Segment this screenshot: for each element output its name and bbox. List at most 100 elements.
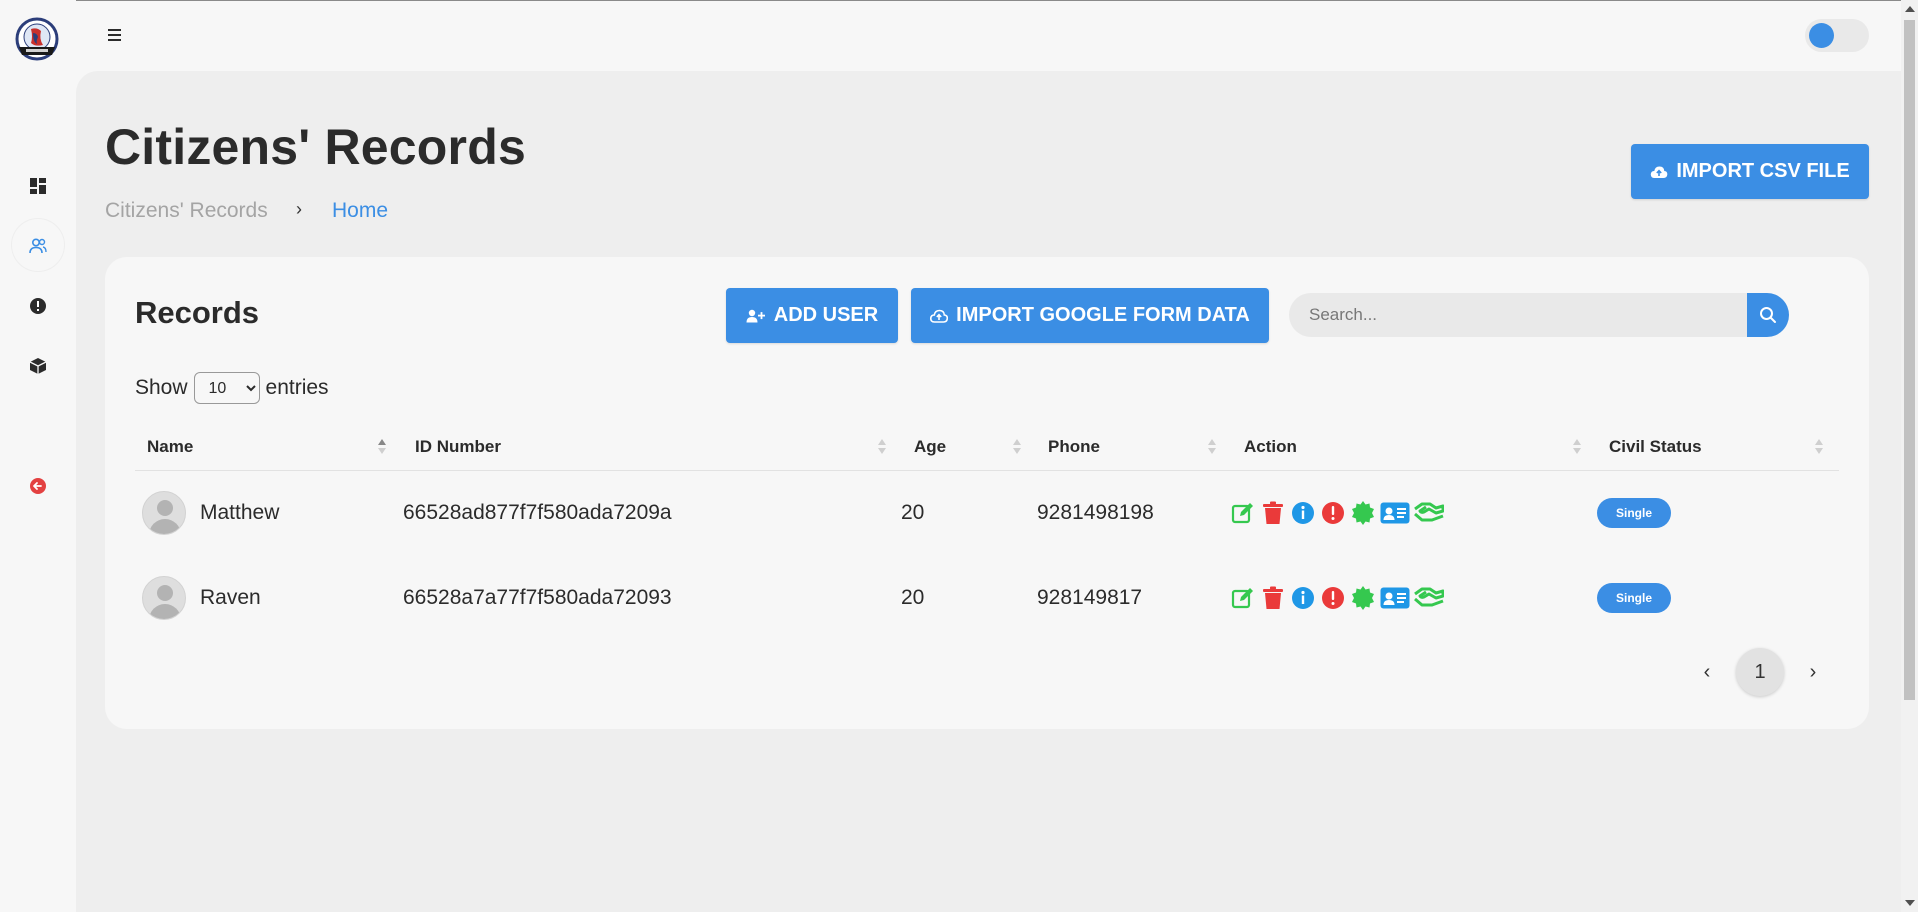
info-icon	[1292, 502, 1314, 524]
handshake-icon	[1414, 587, 1444, 607]
exclamation-icon	[1322, 502, 1344, 524]
cell-phone: 9281498198	[1037, 501, 1154, 524]
logout-icon	[30, 478, 46, 494]
add-user-button[interactable]: ADD USER	[726, 288, 898, 343]
column-header-name[interactable]: Name	[147, 423, 397, 471]
edit-icon	[1231, 588, 1253, 609]
trash-icon	[1263, 586, 1283, 609]
table-row[interactable]: Raven 66528a7a77f7f580ada72093 20 928149…	[135, 556, 1839, 640]
row-name: Raven	[200, 586, 261, 609]
sort-icon	[1208, 437, 1218, 457]
delete-button[interactable]	[1260, 500, 1286, 526]
id-card-button[interactable]	[1380, 500, 1410, 526]
column-header-civil-status-label: Civil Status	[1609, 437, 1702, 456]
cell-civil-status: Single	[1597, 471, 1672, 555]
sort-icon	[1573, 437, 1583, 457]
report-button[interactable]	[1320, 500, 1346, 526]
sidebar-item-citizens[interactable]	[26, 234, 50, 258]
dashboard-icon	[30, 178, 46, 194]
assistance-button[interactable]	[1414, 500, 1444, 526]
scroll-up-icon[interactable]	[1905, 6, 1915, 12]
sidebar-item-dashboard[interactable]	[26, 174, 50, 198]
scroll-thumb[interactable]	[1904, 20, 1915, 700]
avatar	[142, 491, 186, 535]
breadcrumb-home[interactable]: Home	[332, 199, 388, 223]
table-header: Name ID Number Age Phone Action Civil St…	[135, 423, 1839, 471]
avatar	[142, 576, 186, 620]
cell-name: Matthew	[142, 471, 279, 555]
info-button[interactable]	[1290, 500, 1316, 526]
page-title: Citizens' Records	[105, 119, 526, 175]
certificate-button[interactable]	[1350, 585, 1376, 611]
breadcrumb-citizens-records[interactable]: Citizens' Records	[105, 199, 268, 223]
column-header-phone-label: Phone	[1048, 437, 1100, 456]
user-plus-icon	[746, 309, 765, 322]
breadcrumb-separator-icon: ›	[296, 199, 302, 219]
cell-actions	[1230, 471, 1444, 555]
handshake-icon	[1414, 502, 1444, 522]
id-card-button[interactable]	[1380, 585, 1410, 611]
cell-id-number: 66528a7a77f7f580ada72093	[403, 586, 672, 609]
column-header-phone[interactable]: Phone	[1048, 423, 1208, 471]
table-row[interactable]: Matthew 66528ad877f7f580ada7209a 20 9281…	[135, 471, 1839, 555]
import-google-form-label: IMPORT GOOGLE FORM DATA	[956, 304, 1250, 326]
column-header-age-label: Age	[914, 437, 947, 456]
entries-label: entries	[265, 376, 329, 399]
hamburger-icon	[108, 29, 121, 41]
cell-actions	[1230, 556, 1444, 640]
theme-toggle[interactable]	[1805, 19, 1869, 52]
entries-select[interactable]: 10	[193, 372, 260, 404]
import-csv-button[interactable]: IMPORT CSV FILE	[1631, 144, 1869, 199]
cell-age: 20	[901, 586, 925, 609]
sidebar-item-inventory[interactable]	[26, 354, 50, 378]
sort-icon	[1815, 437, 1825, 457]
alert-icon	[30, 298, 46, 314]
cell-civil-status: Single	[1597, 556, 1672, 640]
pagination-prev-button[interactable]: ‹	[1683, 648, 1731, 696]
id-card-icon	[1380, 502, 1410, 524]
row-name: Matthew	[200, 501, 280, 524]
certificate-badge-icon	[1352, 586, 1374, 610]
column-header-name-label: Name	[147, 437, 194, 456]
sort-icon	[1013, 437, 1023, 457]
menu-toggle-button[interactable]	[106, 27, 124, 43]
page-scrollbar[interactable]	[1901, 0, 1918, 912]
cell-phone: 928149817	[1037, 586, 1143, 609]
search-button[interactable]	[1747, 293, 1789, 337]
column-header-id-number-label: ID Number	[415, 437, 501, 456]
show-label: Show	[135, 376, 188, 399]
cloud-upload-icon	[1651, 166, 1668, 178]
import-google-form-button[interactable]: IMPORT GOOGLE FORM DATA	[911, 288, 1269, 343]
id-card-icon	[1380, 587, 1410, 609]
info-button[interactable]	[1290, 585, 1316, 611]
column-header-age[interactable]: Age	[914, 423, 1014, 471]
column-header-action-label: Action	[1244, 437, 1297, 456]
scroll-down-icon[interactable]	[1905, 900, 1915, 906]
app-logo	[15, 17, 59, 61]
column-header-action[interactable]: Action	[1244, 423, 1574, 471]
add-user-label: ADD USER	[773, 304, 879, 326]
search-input[interactable]	[1289, 293, 1747, 337]
exclamation-icon	[1322, 587, 1344, 609]
certificate-button[interactable]	[1350, 500, 1376, 526]
records-title: Records	[135, 295, 260, 330]
sidebar-item-alerts[interactable]	[26, 294, 50, 318]
sidebar-item-logout[interactable]	[26, 474, 50, 498]
assistance-button[interactable]	[1414, 585, 1444, 611]
column-header-id-number[interactable]: ID Number	[415, 423, 865, 471]
edit-button[interactable]	[1230, 585, 1256, 611]
pagination-next-button[interactable]: ›	[1789, 648, 1837, 696]
report-button[interactable]	[1320, 585, 1346, 611]
users-icon	[29, 238, 47, 254]
info-icon	[1292, 587, 1314, 609]
column-header-civil-status[interactable]: Civil Status	[1609, 423, 1809, 471]
box-icon	[29, 358, 47, 374]
pagination-page-1[interactable]: 1	[1736, 648, 1784, 696]
sort-icon	[378, 437, 388, 457]
sidebar	[0, 0, 76, 912]
entries-control: Show 10 entries	[135, 372, 329, 404]
edit-button[interactable]	[1230, 500, 1256, 526]
search-icon	[1760, 307, 1776, 323]
status-badge: Single	[1597, 583, 1672, 613]
delete-button[interactable]	[1260, 585, 1286, 611]
